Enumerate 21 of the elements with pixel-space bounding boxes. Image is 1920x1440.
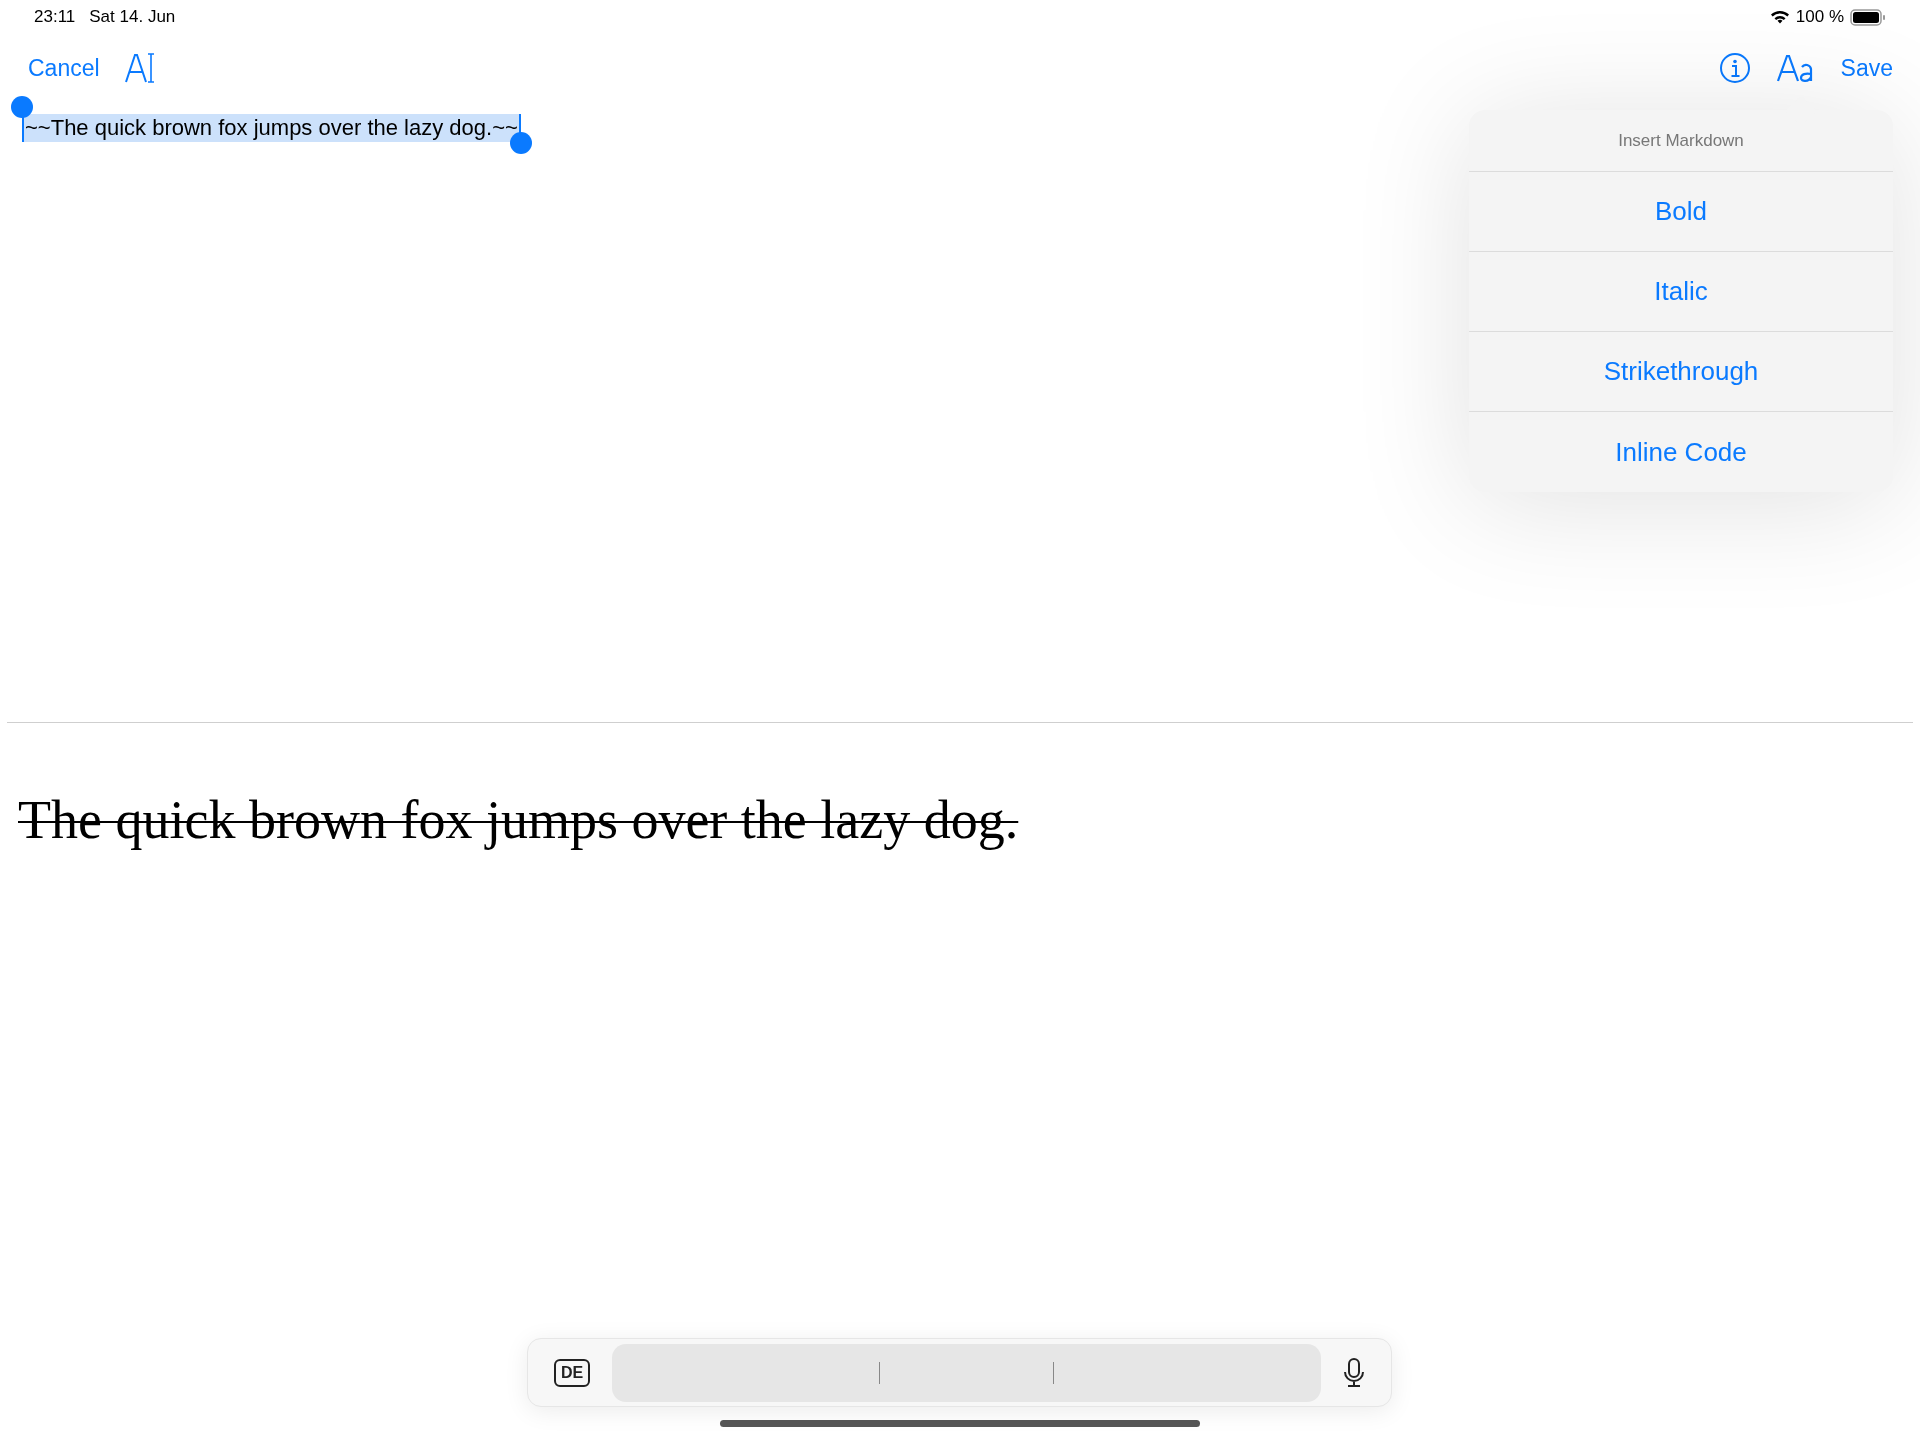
status-time: 23:11 xyxy=(34,6,76,29)
popover-menu-item[interactable]: Strikethrough xyxy=(1469,332,1893,412)
status-date: Sat 14. Jun xyxy=(89,6,176,29)
wifi-icon xyxy=(1769,9,1790,25)
editor-text[interactable]: ~~The quick brown fox jumps over the lazy dog.~~ xyxy=(22,114,521,142)
info-icon[interactable] xyxy=(1718,52,1751,84)
popover-menu-item[interactable]: Inline Code xyxy=(1469,412,1893,492)
text-format-icon[interactable] xyxy=(1776,54,1815,82)
suggestion-field[interactable] xyxy=(612,1343,1321,1402)
keyboard-language-button[interactable]: DE xyxy=(554,1358,591,1387)
preview-text: The quick brown fox jumps over the lazy dog. xyxy=(18,790,1020,850)
cancel-button[interactable]: Cancel xyxy=(28,50,100,86)
microphone-icon[interactable] xyxy=(1343,1357,1365,1388)
text-cursor-icon[interactable] xyxy=(123,50,156,86)
popover-menu-item[interactable]: Bold xyxy=(1469,172,1893,252)
selection-handle[interactable] xyxy=(11,96,33,118)
battery-icon xyxy=(1850,8,1886,26)
battery-percentage: 100 % xyxy=(1795,6,1844,29)
popover-menu-item[interactable]: Italic xyxy=(1469,252,1893,332)
popover-title: Insert Markdown xyxy=(1618,129,1744,152)
save-button[interactable]: Save xyxy=(1840,50,1893,86)
